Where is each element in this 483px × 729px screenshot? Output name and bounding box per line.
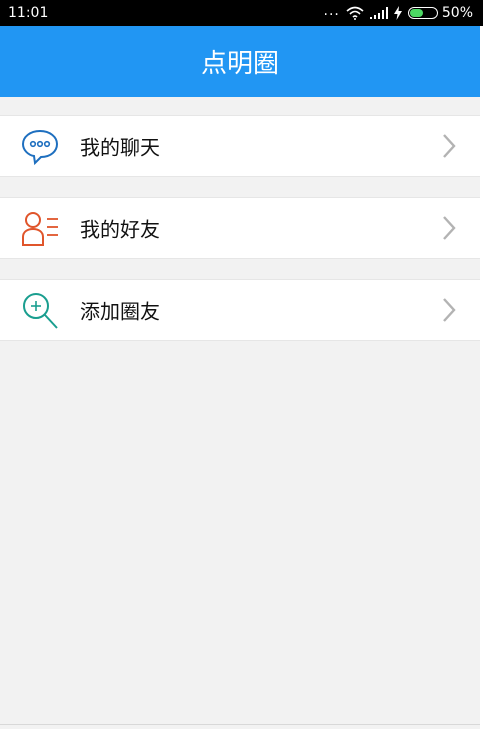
battery-indicator: 50%: [407, 5, 473, 21]
battery-level: [409, 9, 423, 17]
charging-icon: [393, 6, 402, 20]
status-time: 11:01: [8, 5, 49, 21]
chevron-right-icon: [443, 134, 456, 158]
menu-item-add-friends[interactable]: 添加圈友: [0, 279, 480, 341]
app-header: 点明圈: [0, 26, 480, 97]
chevron-right-icon: [443, 216, 456, 240]
battery-percent: 50%: [441, 5, 473, 21]
menu-item-my-chats[interactable]: 我的聊天: [0, 115, 480, 177]
search-add-icon: [23, 293, 58, 329]
page-title: 点明圈: [200, 49, 279, 79]
menu-item-label: 添加圈友: [80, 299, 160, 324]
contacts-icon: [22, 212, 58, 246]
status-bar: 11:01 ... 50%: [0, 0, 483, 26]
battery-icon: [407, 7, 438, 19]
chevron-right-icon: [443, 298, 456, 322]
chat-bubble-icon: [21, 129, 59, 166]
menu-item-my-friends[interactable]: 我的好友: [0, 197, 480, 259]
menu-item-label: 我的好友: [80, 217, 160, 242]
signal-icon: [369, 7, 388, 19]
more-indicator: ...: [323, 3, 340, 19]
status-icons: ... 50%: [323, 3, 473, 21]
wifi-icon: [346, 6, 364, 20]
menu-item-label: 我的聊天: [80, 135, 160, 160]
bottom-divider: [0, 724, 480, 725]
